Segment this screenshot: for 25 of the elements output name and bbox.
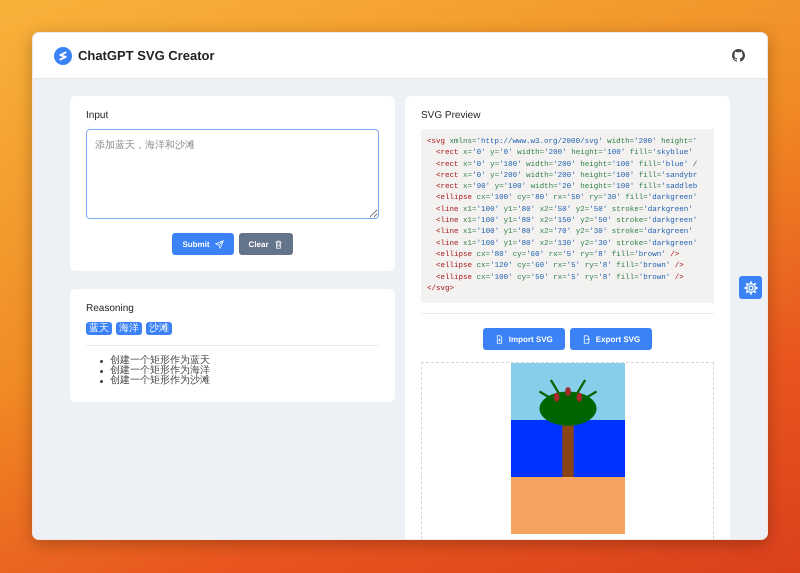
reasoning-step: 创建一个矩形作为沙滩 bbox=[110, 376, 210, 386]
bullet-icon bbox=[100, 370, 103, 372]
reasoning-step: 创建一个矩形作为海洋 bbox=[110, 366, 210, 376]
bullet-icon bbox=[100, 380, 103, 382]
card-title: Reasoning bbox=[86, 303, 135, 314]
keyword-tag: 海洋 bbox=[116, 322, 142, 335]
submit-button[interactable]: Submit bbox=[172, 233, 234, 255]
bullet-icon bbox=[100, 360, 103, 362]
card-title: SVG Preview bbox=[421, 110, 482, 121]
export-button[interactable]: Export SVG bbox=[570, 328, 652, 350]
app-title: ChatGPT SVG Creator bbox=[78, 48, 215, 63]
keyword-tag: 蓝天 bbox=[86, 322, 112, 335]
logo-icon bbox=[54, 46, 72, 64]
settings-button[interactable] bbox=[739, 276, 762, 299]
card-title: Input bbox=[86, 110, 110, 121]
file-export-icon bbox=[582, 334, 591, 344]
file-import-icon bbox=[494, 334, 504, 344]
reasoning-step: 创建一个矩形作为蓝天 bbox=[110, 356, 210, 366]
github-icon[interactable] bbox=[732, 49, 745, 62]
send-icon bbox=[214, 240, 224, 248]
prompt-textarea[interactable]: 添加蓝天，海洋和沙滩 bbox=[86, 129, 379, 219]
trash-icon bbox=[274, 240, 283, 248]
keyword-tag: 沙滩 bbox=[146, 322, 172, 335]
import-button[interactable]: Import SVG bbox=[482, 328, 565, 350]
clear-button[interactable]: Clear bbox=[238, 233, 293, 255]
